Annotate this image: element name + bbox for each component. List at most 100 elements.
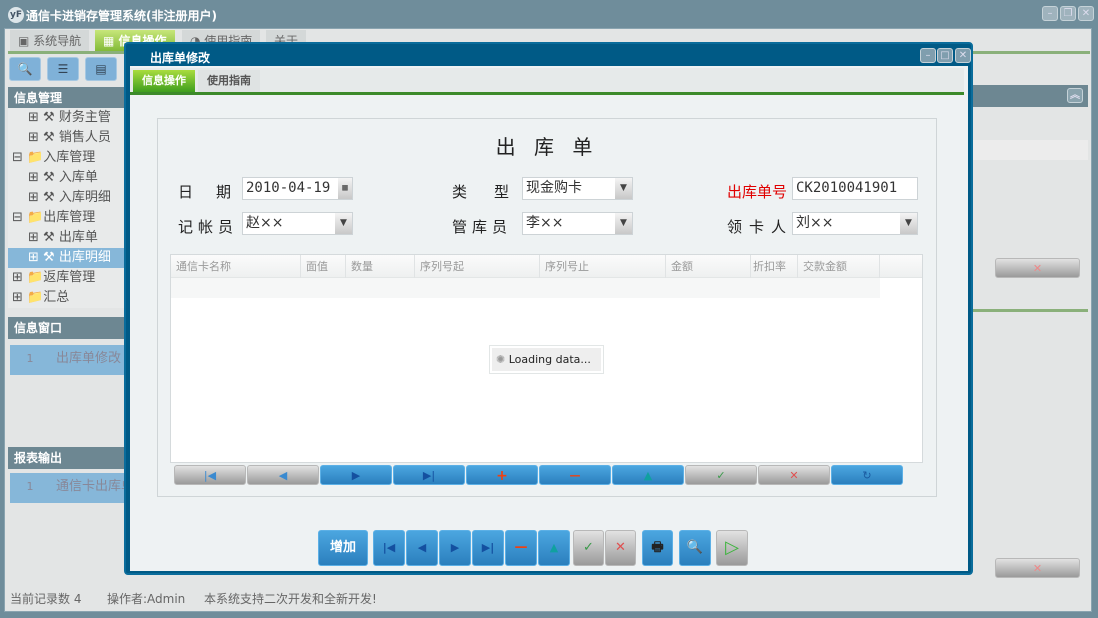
form-title: 出 库 单 (495, 135, 599, 159)
dialog-tab-line (130, 92, 964, 95)
grid-row[interactable] (171, 278, 880, 298)
prev-record-button[interactable]: ◀ (247, 465, 319, 485)
tree-item[interactable]: ⊞ ⚒ 出库单 (8, 228, 124, 248)
report-output-header: 报表输出 (8, 447, 124, 469)
next-button[interactable]: ▶ (439, 530, 471, 566)
close-icon[interactable]: ✕ (1078, 6, 1094, 21)
keeper-label: 管库员 (452, 218, 513, 236)
add-button[interactable]: 增加 (318, 530, 368, 566)
dialog-minimize-icon[interactable]: – (920, 48, 936, 63)
remove-row-button[interactable]: — (539, 465, 611, 485)
cancel-edit-button[interactable]: ✕ (605, 530, 636, 566)
order-no-label: 出库单号 (727, 183, 788, 201)
prev-button[interactable]: ◀ (406, 530, 438, 566)
document-icon[interactable]: ▤ (85, 57, 117, 81)
dialog-body: 信息操作 使用指南 出 库 单 日 期 2010-04-19 ▦ 类 型 现金购卡… (130, 66, 968, 571)
edit-dialog: 出库单修改 – □ ✕ 信息操作 使用指南 出 库 单 日 期 2010-04-… (124, 42, 973, 575)
confirm-button[interactable]: ✓ (685, 465, 757, 485)
bookkeeper-select[interactable]: 赵×× ▼ (242, 212, 353, 235)
dialog-tab-info-ops[interactable]: 信息操作 (133, 70, 195, 92)
last-button[interactable]: ▶| (472, 530, 504, 566)
status-notice: 本系统支持二次开发和全新开发! (204, 592, 377, 606)
tree-folder[interactable]: ⊟ 📁出库管理 (8, 208, 124, 228)
cancel-button[interactable]: ✕ (758, 465, 830, 485)
right-grid-header (970, 140, 1088, 160)
bookkeeper-label: 记帐员 (178, 218, 239, 236)
list-icon[interactable]: ☰ (47, 57, 79, 81)
info-window-header: 信息窗口 (8, 317, 124, 339)
tab-system-nav[interactable]: ▣ 系统导航 (10, 30, 90, 52)
cancel-button-bg[interactable]: ✕ (995, 258, 1080, 278)
next-record-button[interactable]: ▶ (320, 465, 392, 485)
chevron-down-icon[interactable]: ▼ (900, 213, 917, 234)
tree-item-selected[interactable]: ⊞ ⚒ 出库明细 (8, 248, 124, 268)
add-row-button[interactable]: + (466, 465, 538, 485)
calendar-icon[interactable]: ▦ (338, 178, 352, 199)
last-record-button[interactable]: ▶| (393, 465, 465, 485)
info-mgmt-header: 信息管理 (8, 87, 124, 109)
collapse-icon[interactable]: ︽ (1067, 88, 1083, 103)
grid-nav-bar: |◀ ◀ ▶ ▶| + — ▲ ✓ ✕ ↻ (174, 465, 914, 487)
date-input[interactable]: 2010-04-19 ▦ (242, 177, 353, 200)
edit-row-button[interactable]: ▲ (612, 465, 684, 485)
chevron-down-icon[interactable]: ▼ (335, 213, 352, 234)
grid-icon: ▦ (103, 34, 119, 48)
monitor-icon: ▣ (18, 34, 34, 48)
cancel-button-bg-2[interactable]: ✕ (995, 558, 1080, 578)
minimize-icon[interactable]: – (1042, 6, 1058, 21)
tree-item[interactable]: ⊞ ⚒ 入库明细 (8, 188, 124, 208)
type-label: 类 型 (452, 183, 516, 201)
receiver-select[interactable]: 刘×× ▼ (792, 212, 918, 235)
col-paid-amount[interactable]: 交款金额 (798, 255, 880, 278)
save-button[interactable]: ✓ (573, 530, 604, 566)
type-select[interactable]: 现金购卡 ▼ (522, 177, 633, 200)
play-icon[interactable]: ▷ (716, 530, 748, 566)
delete-button[interactable]: — (505, 530, 537, 566)
order-no-input[interactable]: CK2010041901 (792, 177, 918, 200)
col-quantity[interactable]: 数量 (346, 255, 415, 278)
report-row[interactable]: 1通信卡出库单 (10, 473, 124, 503)
col-amount[interactable]: 金额 (666, 255, 751, 278)
bottom-toolbar: 增加 |◀ ◀ ▶ ▶| — ▲ ✓ ✕ 🖶 🔍 ▷ (318, 530, 758, 566)
app-title: 通信卡进销存管理系统(非注册用户) (26, 9, 217, 23)
date-label: 日 期 (178, 183, 236, 201)
dialog-tab-guide[interactable]: 使用指南 (198, 70, 260, 92)
operator: 操作者:Admin (107, 592, 186, 606)
nav-tree: ⊞ ⚒ 财务主管 ⊞ ⚒ 销售人员 ⊟ 📁入库管理 ⊞ ⚒ 入库单 ⊞ ⚒ 入库… (8, 108, 124, 308)
tree-item[interactable]: ⊞ ⚒ 入库单 (8, 168, 124, 188)
grid-header: 通信卡名称 面值 数量 序列号起 序列号止 金额 折扣率 交款金额 (171, 255, 922, 278)
tree-folder[interactable]: ⊟ 📁入库管理 (8, 148, 124, 168)
tree-folder[interactable]: ⊞ 📁汇总 (8, 288, 124, 308)
tree-item[interactable]: ⊞ ⚒ 财务主管 (8, 108, 124, 128)
chevron-down-icon[interactable]: ▼ (615, 213, 632, 234)
record-count: 当前记录数 4 (10, 592, 82, 606)
loading-indicator: ✺ Loading data... (489, 345, 604, 374)
col-face-value[interactable]: 面值 (301, 255, 346, 278)
print-preview-icon[interactable]: 🔍 (679, 530, 711, 566)
col-serial-end[interactable]: 序列号止 (540, 255, 666, 278)
form-panel: 出 库 单 日 期 2010-04-19 ▦ 类 型 现金购卡 ▼ 出库单号 CK2… (157, 118, 937, 497)
first-button[interactable]: |◀ (373, 530, 405, 566)
divider (970, 309, 1088, 312)
dialog-close-icon[interactable]: ✕ (955, 48, 971, 63)
edit-button[interactable]: ▲ (538, 530, 570, 566)
info-window-row[interactable]: 1 出库单修改 (10, 345, 124, 375)
refresh-button[interactable]: ↻ (831, 465, 903, 485)
chevron-down-icon[interactable]: ▼ (615, 178, 632, 199)
search-icon[interactable]: 🔍 (9, 57, 41, 81)
col-discount[interactable]: 折扣率 (751, 255, 798, 278)
col-serial-start[interactable]: 序列号起 (415, 255, 540, 278)
tree-folder[interactable]: ⊞ 📁返库管理 (8, 268, 124, 288)
print-icon[interactable]: 🖶 (642, 530, 673, 566)
spinner-icon: ✺ (496, 353, 506, 366)
dialog-title: 出库单修改 (150, 51, 211, 65)
keeper-select[interactable]: 李×× ▼ (522, 212, 633, 235)
app-logo-icon: yF (8, 7, 24, 23)
first-record-button[interactable]: |◀ (174, 465, 246, 485)
dialog-maximize-icon[interactable]: □ (937, 48, 953, 63)
col-card-name[interactable]: 通信卡名称 (171, 255, 301, 278)
detail-grid: 通信卡名称 面值 数量 序列号起 序列号止 金额 折扣率 交款金额 ✺ Load… (170, 254, 923, 463)
receiver-label: 领卡人 (727, 218, 794, 236)
tree-item[interactable]: ⊞ ⚒ 销售人员 (8, 128, 124, 148)
restore-icon[interactable]: ❐ (1060, 6, 1076, 21)
